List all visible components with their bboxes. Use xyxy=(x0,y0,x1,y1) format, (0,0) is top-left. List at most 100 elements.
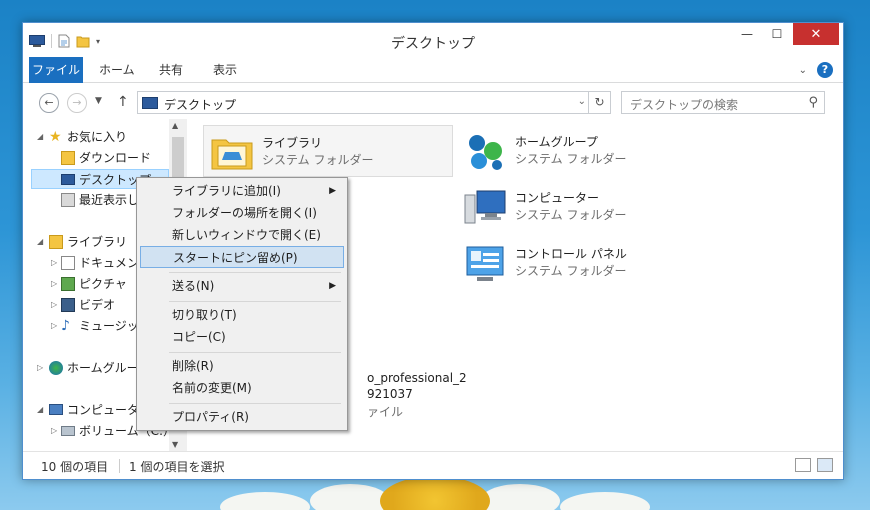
item-libraries[interactable]: ライブラリ システム フォルダー xyxy=(203,125,453,177)
menu-item-pin-to-start[interactable]: スタートにピン留め(P) xyxy=(140,246,344,268)
menu-item-label: 名前の変更(M) xyxy=(172,381,252,395)
collapsed-arrow-icon[interactable]: ▷ xyxy=(51,295,57,315)
nav-label: ライブラリ xyxy=(67,235,128,249)
status-separator xyxy=(119,459,120,473)
libraries-folder-icon xyxy=(211,139,253,170)
item-computer[interactable]: コンピューター システム フォルダー xyxy=(457,181,707,233)
search-placeholder: デスクトップの検索 xyxy=(630,98,739,112)
maximize-button[interactable]: ☐ xyxy=(763,23,791,45)
address-dropdown-icon[interactable]: ⌄ xyxy=(578,96,586,107)
selected-count: 1 個の項目を選択 xyxy=(129,460,225,474)
menu-item-delete[interactable]: 削除(R) xyxy=(140,355,344,377)
item-name: ホームグループ xyxy=(515,135,598,149)
window-title: デスクトップ xyxy=(391,36,475,52)
collapsed-arrow-icon[interactable]: ▷ xyxy=(51,253,57,273)
tab-home[interactable]: ホーム xyxy=(89,57,145,83)
large-icons-view-icon[interactable] xyxy=(817,458,833,472)
item-control-panel[interactable]: コントロール パネル システム フォルダー xyxy=(457,237,707,289)
collapsed-arrow-icon[interactable]: ▷ xyxy=(51,421,57,441)
item-type: システム フォルダー xyxy=(515,152,627,166)
menu-separator xyxy=(169,301,341,302)
tab-view[interactable]: 表示 xyxy=(203,57,247,83)
menu-item-send-to[interactable]: 送る(N) ▶ xyxy=(140,275,344,297)
view-buttons xyxy=(795,458,833,472)
details-view-icon[interactable] xyxy=(795,458,811,472)
nav-item-downloads[interactable]: ダウンロード xyxy=(23,148,169,168)
help-icon[interactable]: ? xyxy=(817,62,833,78)
menu-item-label: プロパティ(R) xyxy=(172,410,249,424)
menu-item-label: 新しいウィンドウで開く(E) xyxy=(172,228,321,242)
nav-label: ダウンロード xyxy=(79,151,152,165)
status-bar: 10 個の項目 1 個の項目を選択 xyxy=(23,451,843,479)
homegroup-icon xyxy=(49,361,63,375)
search-input[interactable]: デスクトップの検索 ⚲ xyxy=(621,91,825,114)
menu-item-label: 切り取り(T) xyxy=(172,308,237,322)
collapsed-arrow-icon[interactable]: ▷ xyxy=(51,316,57,336)
scroll-up-icon[interactable]: ▲ xyxy=(172,121,178,130)
nav-label: 最近表示し xyxy=(79,193,140,207)
recent-locations-dropdown-icon[interactable]: ▼ xyxy=(95,96,102,106)
ribbon-right-controls: ⌄ ? xyxy=(799,62,833,78)
item-count: 10 個の項目 xyxy=(41,460,109,474)
menu-item-label: スタートにピン留め(P) xyxy=(173,251,298,265)
item-name: o_professional_2 xyxy=(367,371,467,385)
back-button[interactable]: ← xyxy=(39,93,59,113)
libraries-icon xyxy=(49,235,63,249)
refresh-icon[interactable]: ↻ xyxy=(588,92,610,113)
item-type: システム フォルダー xyxy=(262,153,374,167)
address-path: デスクトップ xyxy=(164,98,237,112)
menu-separator xyxy=(169,403,341,404)
expanded-arrow-icon[interactable]: ◢ xyxy=(37,232,43,252)
menu-item-label: 送る(N) xyxy=(172,279,215,293)
tab-share[interactable]: 共有 xyxy=(149,57,193,83)
menu-item-label: ライブラリに追加(I) xyxy=(172,184,281,198)
menu-item-label: コピー(C) xyxy=(172,330,226,344)
desktop-icon xyxy=(142,97,158,109)
item-type: システム フォルダー xyxy=(515,264,627,278)
address-bar[interactable]: デスクトップ ⌄ ↻ xyxy=(137,91,611,114)
homegroup-icon xyxy=(469,135,502,170)
pictures-icon xyxy=(61,277,75,291)
collapsed-arrow-icon[interactable]: ▷ xyxy=(37,358,43,378)
menu-item-cut[interactable]: 切り取り(T) xyxy=(140,304,344,326)
drive-icon xyxy=(61,426,75,436)
documents-icon xyxy=(61,256,75,270)
forward-button[interactable]: → xyxy=(67,93,87,113)
item-name: ライブラリ xyxy=(262,136,323,150)
menu-item-add-to-library[interactable]: ライブラリに追加(I) ▶ xyxy=(140,180,344,202)
item-homegroup[interactable]: ホームグループ システム フォルダー xyxy=(457,125,707,177)
recent-places-icon xyxy=(61,193,75,207)
expanded-arrow-icon[interactable]: ◢ xyxy=(37,400,43,420)
control-panel-icon xyxy=(466,246,504,281)
up-arrow-icon[interactable]: ↑ xyxy=(117,94,129,110)
item-type: ァイル xyxy=(367,405,404,419)
menu-separator xyxy=(169,352,341,353)
nav-label: ビデオ xyxy=(79,298,116,312)
close-button[interactable]: ✕ xyxy=(793,23,839,45)
menu-item-open-new-window[interactable]: 新しいウィンドウで開く(E) xyxy=(140,224,344,246)
item-type: システム フォルダー xyxy=(515,208,627,222)
computer-icon xyxy=(464,190,506,224)
tab-file[interactable]: ファイル xyxy=(29,57,83,83)
collapsed-arrow-icon[interactable]: ▷ xyxy=(51,274,57,294)
minimize-button[interactable]: — xyxy=(733,23,761,45)
downloads-folder-icon xyxy=(61,151,75,165)
expanded-arrow-icon[interactable]: ◢ xyxy=(37,127,43,147)
scroll-down-icon[interactable]: ▼ xyxy=(172,440,178,449)
title-bar: ▾ デスクトップ — ☐ ✕ xyxy=(23,23,843,57)
submenu-arrow-icon: ▶ xyxy=(329,281,336,291)
videos-icon xyxy=(61,298,75,312)
submenu-arrow-icon: ▶ xyxy=(329,186,336,196)
item-partial-file[interactable]: o_professional_2 921037 ァイル xyxy=(367,371,487,421)
music-icon: ♪ xyxy=(61,318,70,334)
menu-item-open-folder-location[interactable]: フォルダーの場所を開く(I) xyxy=(140,202,344,224)
expand-ribbon-icon[interactable]: ⌄ xyxy=(799,65,807,76)
nav-label: ピクチャ xyxy=(79,277,127,291)
search-icon[interactable]: ⚲ xyxy=(808,95,818,110)
menu-item-properties[interactable]: プロパティ(R) xyxy=(140,406,344,428)
menu-item-label: 削除(R) xyxy=(172,359,214,373)
menu-item-copy[interactable]: コピー(C) xyxy=(140,326,344,348)
nav-item-favorites[interactable]: ◢ ★ お気に入り xyxy=(23,127,169,147)
menu-item-rename[interactable]: 名前の変更(M) xyxy=(140,377,344,399)
ribbon-tabs: ファイル ホーム 共有 表示 ⌄ ? xyxy=(23,57,843,83)
